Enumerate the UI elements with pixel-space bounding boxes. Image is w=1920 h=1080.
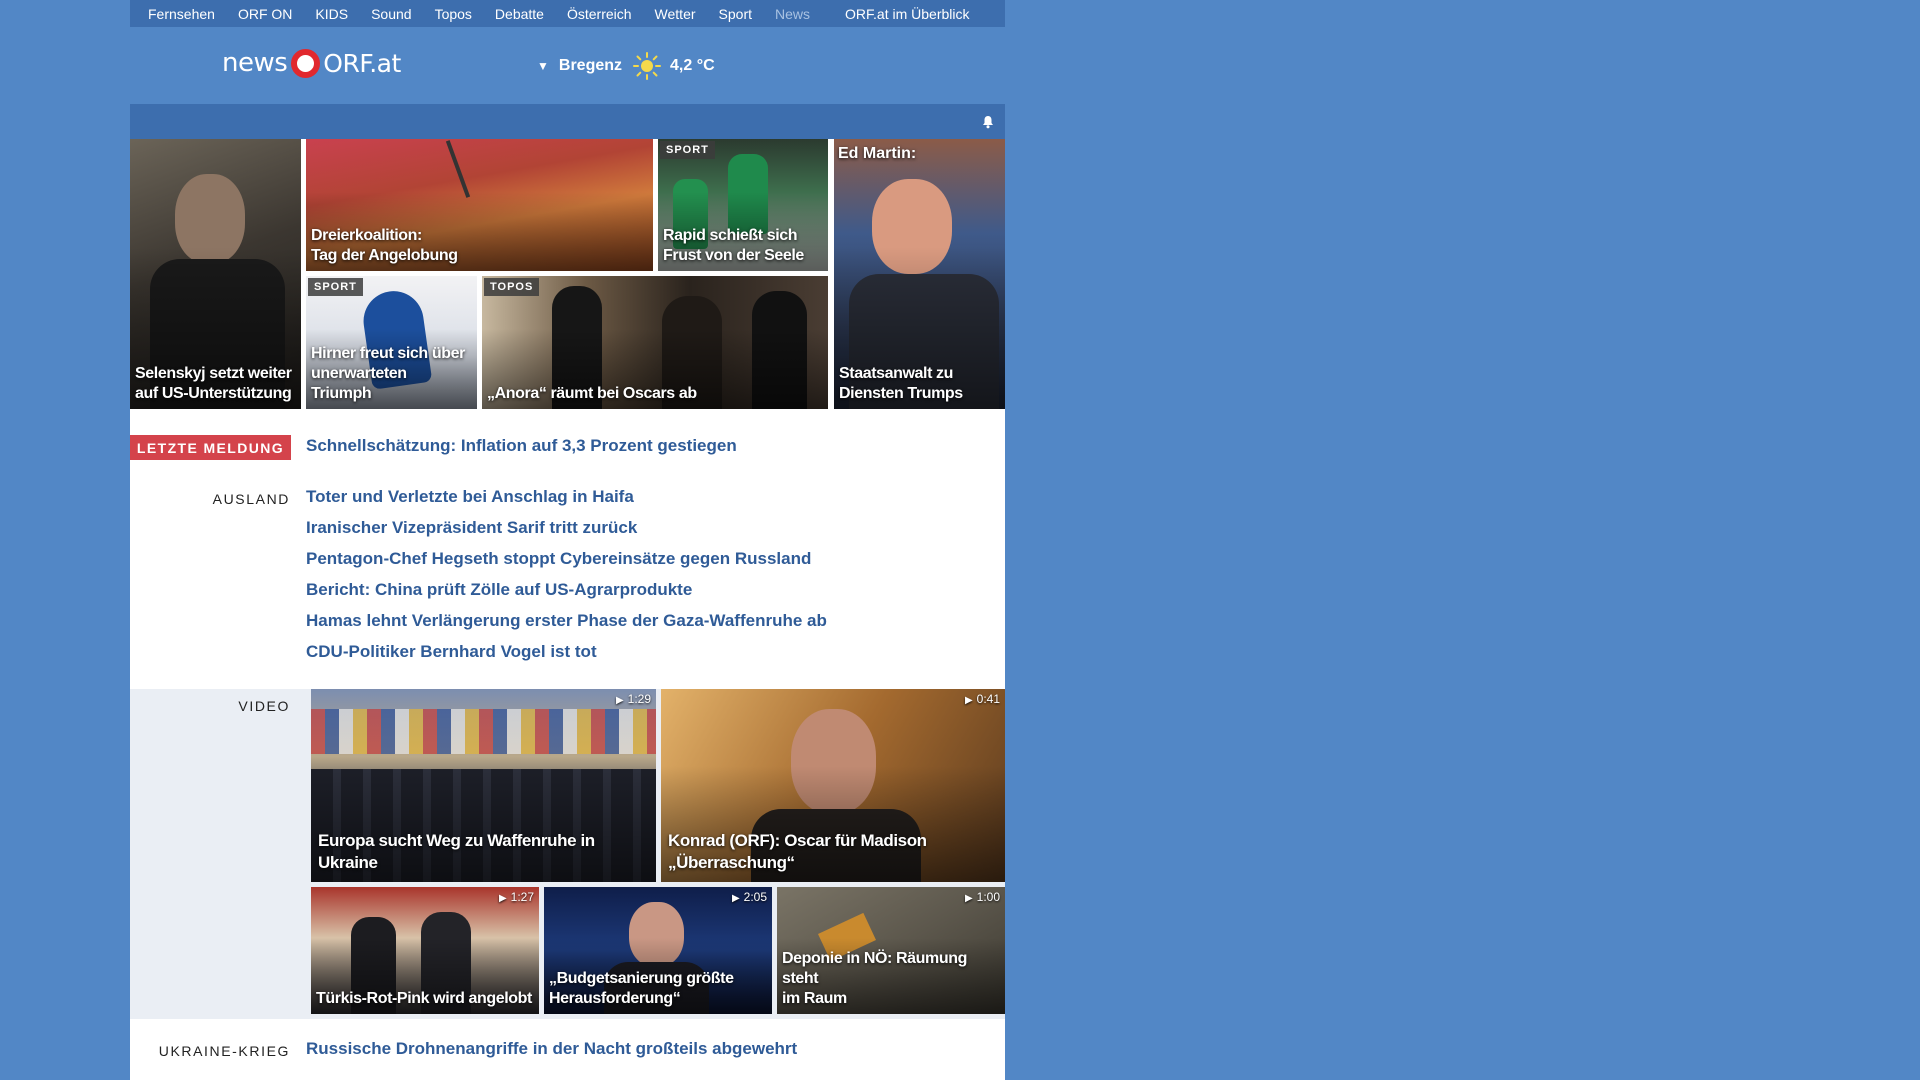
section-label-ukraine-krieg: UKRAINE-KRIEG bbox=[158, 1043, 290, 1059]
weather-temperature: 4,2 °C bbox=[670, 57, 715, 74]
main-content: Selenskyj setzt weiter auf US-Unterstützu… bbox=[130, 139, 1005, 1080]
video-caption: „Budgetsanierung größte Herausforderung“ bbox=[549, 970, 734, 1007]
teaser-caption: Selenskyj setzt weiter auf US-Unterstützu… bbox=[135, 365, 292, 402]
section-bar bbox=[130, 104, 1005, 139]
nav-oesterreich[interactable]: Österreich bbox=[567, 6, 632, 22]
bell-icon[interactable] bbox=[981, 115, 995, 129]
ukraine-link[interactable]: Russische Drohnenangriffe in der Nacht g… bbox=[306, 1039, 797, 1059]
news-orf-logo[interactable]: news ORF.at bbox=[222, 48, 401, 78]
video-europa[interactable]: 1:29 Europa sucht Weg zu Waffenruhe inUk… bbox=[311, 689, 656, 882]
video-duration: 1:00 bbox=[965, 890, 1000, 904]
video-angelobung[interactable]: 1:27 Türkis-Rot-Pink wird angelobt bbox=[311, 887, 539, 1014]
nav-news[interactable]: News bbox=[775, 6, 810, 22]
nav-orf-on[interactable]: ORF ON bbox=[238, 6, 292, 22]
teaser-dreierkoalition[interactable]: Dreierkoalition: Tag der Angelobung bbox=[306, 139, 653, 271]
tag-sport: SPORT bbox=[308, 278, 363, 296]
video-duration: 1:29 bbox=[616, 692, 651, 706]
teaser-caption: Dreierkoalition: Tag der Angelobung bbox=[311, 227, 458, 264]
caret-down-icon[interactable]: ▼ bbox=[537, 59, 549, 73]
top-navigation: Fernsehen ORF ON KIDS Sound Topos Debatt… bbox=[130, 0, 1005, 27]
video-konrad[interactable]: 0:41 Konrad (ORF): Oscar für Madison„Übe… bbox=[661, 689, 1005, 882]
ausland-link[interactable]: Bericht: China prüft Zölle auf US-Agrarp… bbox=[306, 580, 692, 600]
video-caption: Deponie in NÖ: Räumung steht im Raum bbox=[782, 950, 967, 1007]
video-budget[interactable]: 2:05 „Budgetsanierung größteHerausforder… bbox=[544, 887, 772, 1014]
tag-sport: SPORT bbox=[660, 141, 715, 159]
teaser-caption: Rapid schießt sich Frust von der Seele bbox=[663, 227, 804, 264]
teaser-kicker: Ed Martin: bbox=[838, 145, 917, 162]
nav-orf-overview[interactable]: ORF.at im Überblick bbox=[845, 6, 969, 22]
sun-icon bbox=[633, 52, 662, 80]
teaser-ed-martin[interactable]: Ed Martin: Staatsanwalt zu Diensten Trump… bbox=[834, 139, 1005, 409]
nav-wetter[interactable]: Wetter bbox=[655, 6, 696, 22]
ausland-link[interactable]: CDU-Politiker Bernhard Vogel ist tot bbox=[306, 642, 597, 662]
teaser-image bbox=[311, 709, 656, 754]
section-label-video: VIDEO bbox=[238, 698, 290, 714]
section-label-ausland: AUSLAND bbox=[212, 491, 290, 507]
video-duration: 0:41 bbox=[965, 692, 1000, 706]
teaser-caption: „Anora“ räumt bei Oscars ab bbox=[487, 385, 697, 402]
teaser-selenskyj[interactable]: Selenskyj setzt weiter auf US-Unterstützu… bbox=[130, 139, 301, 409]
weather-location[interactable]: Bregenz bbox=[559, 57, 622, 75]
weather-widget[interactable]: ▼ Bregenz 4,2 °C bbox=[537, 51, 715, 81]
teaser-caption: Staatsanwalt zu Diensten Trumps bbox=[839, 365, 963, 402]
nav-sport[interactable]: Sport bbox=[719, 6, 752, 22]
logo-orf-text: ORF.at bbox=[323, 48, 401, 78]
nav-topos[interactable]: Topos bbox=[435, 6, 472, 22]
video-duration: 1:27 bbox=[499, 890, 534, 904]
teaser-anora[interactable]: TOPOS „Anora“ räumt bei Oscars ab bbox=[482, 276, 828, 409]
video-deponie[interactable]: 1:00 Deponie in NÖ: Räumung stehtim Raum bbox=[777, 887, 1005, 1014]
teaser-rapid[interactable]: SPORT Rapid schießt sich Frust von der Se… bbox=[658, 139, 828, 271]
teaser-hirner[interactable]: SPORT Hirner freut sich über unerwarteten… bbox=[306, 276, 477, 409]
ausland-link[interactable]: Toter und Verletzte bei Anschlag in Haif… bbox=[306, 487, 634, 507]
video-caption: Türkis-Rot-Pink wird angelobt bbox=[316, 990, 532, 1007]
nav-sound[interactable]: Sound bbox=[371, 6, 411, 22]
video-duration: 2:05 bbox=[732, 890, 767, 904]
ausland-link[interactable]: Iranischer Vizepräsident Sarif tritt zur… bbox=[306, 518, 637, 538]
video-caption: Europa sucht Weg zu Waffenruhe in Ukraine bbox=[318, 831, 595, 872]
ausland-link[interactable]: Pentagon-Chef Hegseth stoppt Cybereinsät… bbox=[306, 549, 811, 569]
orf-ring-icon bbox=[291, 48, 321, 78]
nav-debatte[interactable]: Debatte bbox=[495, 6, 544, 22]
letzte-meldung-link[interactable]: Schnellschätzung: Inflation auf 3,3 Proz… bbox=[306, 436, 737, 456]
tag-topos: TOPOS bbox=[484, 278, 540, 296]
teaser-image bbox=[445, 140, 471, 198]
nav-kids[interactable]: KIDS bbox=[315, 6, 348, 22]
letzte-meldung-badge: LETZTE MELDUNG bbox=[130, 435, 291, 460]
video-caption: Konrad (ORF): Oscar für Madison „Überrasc… bbox=[668, 831, 927, 872]
nav-fernsehen[interactable]: Fernsehen bbox=[148, 6, 215, 22]
teaser-caption: Hirner freut sich über unerwarteten Trium… bbox=[311, 345, 465, 402]
ausland-link[interactable]: Hamas lehnt Verlängerung erster Phase de… bbox=[306, 611, 827, 631]
logo-news-text: news bbox=[222, 48, 288, 78]
